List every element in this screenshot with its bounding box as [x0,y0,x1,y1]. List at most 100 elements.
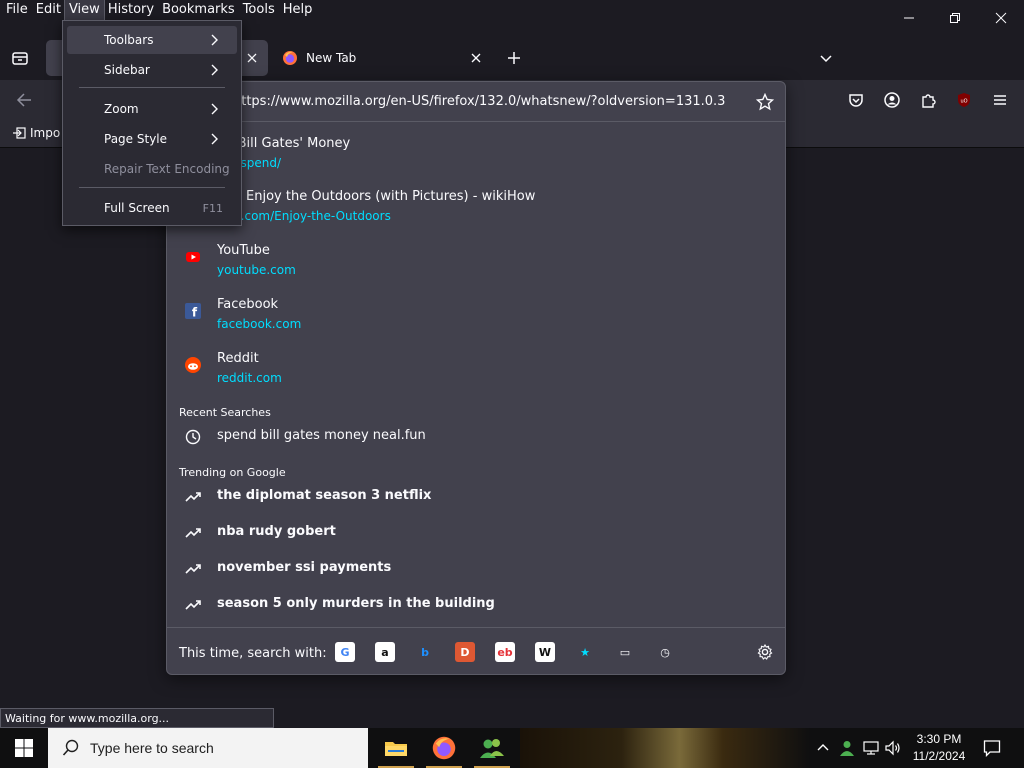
menu-edit[interactable]: Edit [32,0,65,20]
network-button[interactable] [860,728,882,768]
bing-icon[interactable]: b [415,642,435,662]
amazon-icon[interactable]: a [375,642,395,662]
menu-bar: File Edit View History Bookmarks Tools H… [0,0,1024,21]
file-explorer-taskbar-button[interactable] [372,728,420,768]
menu-view[interactable]: View [63,0,105,21]
import-bookmarks-button[interactable]: Impo [12,126,60,140]
result-url: how.com/Enjoy-the-Outdoors [217,209,391,223]
menu-item-page-style[interactable]: Page Style [67,125,237,153]
taskbar-clock[interactable]: 3:30 PM 11/2/2024 [900,731,978,765]
tab-close-button[interactable] [244,50,260,66]
clock-icon [185,429,201,445]
menu-help[interactable]: Help [279,0,317,20]
menu-item-label: Sidebar [104,63,150,77]
menu-item-zoom[interactable]: Zoom [67,95,237,123]
tab-new-tab[interactable]: New Tab [270,40,492,76]
extensions-button[interactable] [918,90,938,110]
menu-tools[interactable]: Tools [239,0,279,20]
tab-title: New Tab [306,51,357,65]
ublock-origin-icon: uO [958,93,970,107]
star-outline-icon [756,93,774,111]
result-row-reddit[interactable]: Reddit reddit.com [167,349,785,397]
result-row[interactable]: nd Bill Gates' Money fun/spend/ [167,134,785,182]
restore-button[interactable] [932,0,978,36]
taskbar-search-box[interactable]: Type here to search [48,728,368,768]
trending-row[interactable]: november ssi payments [167,554,785,584]
tab-close-button[interactable] [468,50,484,66]
result-title: y to Enjoy the Outdoors (with Pictures) … [217,189,536,204]
trending-label: Trending on Google [179,466,286,479]
recent-search-row[interactable]: spend bill gates money neal.fun [167,422,785,452]
trending-row[interactable]: the diplomat season 3 netflix [167,482,785,512]
recent-search-text: spend bill gates money neal.fun [217,428,426,443]
close-window-button[interactable] [978,0,1024,36]
result-url: facebook.com [217,317,302,331]
trending-row[interactable]: nba rudy gobert [167,518,785,548]
minimize-icon [904,17,914,19]
trending-text: season 5 only murders in the building [217,596,495,611]
menu-bookmarks[interactable]: Bookmarks [158,0,239,20]
bookmark-page-button[interactable] [755,92,775,112]
close-icon [471,53,481,63]
back-button[interactable] [14,90,34,110]
menu-history[interactable]: History [104,0,158,20]
result-row-facebook[interactable]: f Facebook facebook.com [167,295,785,343]
window-controls [886,0,1024,36]
app-menu-button[interactable] [990,90,1010,110]
show-hidden-icons-button[interactable] [814,728,832,768]
taskbar-search-placeholder: Type here to search [90,740,214,756]
chevron-right-icon [211,133,218,145]
svg-text:uO: uO [960,99,967,105]
account-icon [884,92,900,108]
url-input[interactable]: https://www.mozilla.org/en-US/firefox/13… [167,82,785,122]
search-settings-button[interactable] [755,642,775,662]
firefox-view-icon [12,52,28,65]
result-title: Facebook [217,297,279,312]
firefox-view-button[interactable] [8,46,32,70]
speaker-icon [885,740,900,756]
result-row[interactable]: y to Enjoy the Outdoors (with Pictures) … [167,187,785,235]
google-icon[interactable]: G [335,642,355,662]
new-tab-button[interactable] [504,48,524,68]
firefox-taskbar-button[interactable] [420,728,468,768]
trending-icon [185,489,201,505]
url-text[interactable]: https://www.mozilla.org/en-US/firefox/13… [233,94,725,109]
one-off-label: This time, search with: [179,646,327,661]
duckduckgo-icon[interactable]: D [455,642,475,662]
facebook-icon: f [185,303,201,319]
wallpaper-peek [520,728,810,768]
list-all-tabs-button[interactable] [816,48,836,68]
people-app-taskbar-button[interactable] [468,728,516,768]
history-search-icon[interactable]: ◷ [655,642,675,662]
wikipedia-icon[interactable]: W [535,642,555,662]
pocket-icon [849,94,863,107]
clock-time: 3:30 PM [916,732,962,746]
result-title: YouTube [217,243,270,258]
back-arrow-icon [16,93,31,107]
menu-item-full-screen[interactable]: Full Screen F11 [67,194,237,222]
ublock-button[interactable]: uO [954,90,974,110]
menu-file[interactable]: File [2,0,32,20]
menu-separator [79,187,225,188]
ebay-icon[interactable]: eb [495,642,515,662]
folder-icon [385,742,407,756]
tray-user-status-button[interactable] [836,728,858,768]
one-off-search-bar: This time, search with: Ga b Deb W ★ ▭ ◷ [167,627,785,675]
menu-item-sidebar[interactable]: Sidebar [67,56,237,84]
start-button[interactable] [0,728,48,768]
tabs-search-icon[interactable]: ▭ [615,642,635,662]
trending-row[interactable]: season 5 only murders in the building [167,590,785,620]
network-icon [863,741,879,755]
trending-text: the diplomat season 3 netflix [217,488,432,503]
bookmarks-search-icon[interactable]: ★ [575,642,595,662]
result-row-youtube[interactable]: YouTube youtube.com [167,241,785,289]
menu-item-label: Repair Text Encoding [104,162,230,176]
result-url: reddit.com [217,371,282,385]
pocket-button[interactable] [846,90,866,110]
status-panel: Waiting for www.mozilla.org... [0,708,274,728]
menu-item-toolbars[interactable]: Toolbars [67,26,237,54]
gear-icon [757,644,773,660]
account-button[interactable] [882,90,902,110]
notification-center-button[interactable] [980,728,1004,768]
minimize-button[interactable] [886,0,932,36]
